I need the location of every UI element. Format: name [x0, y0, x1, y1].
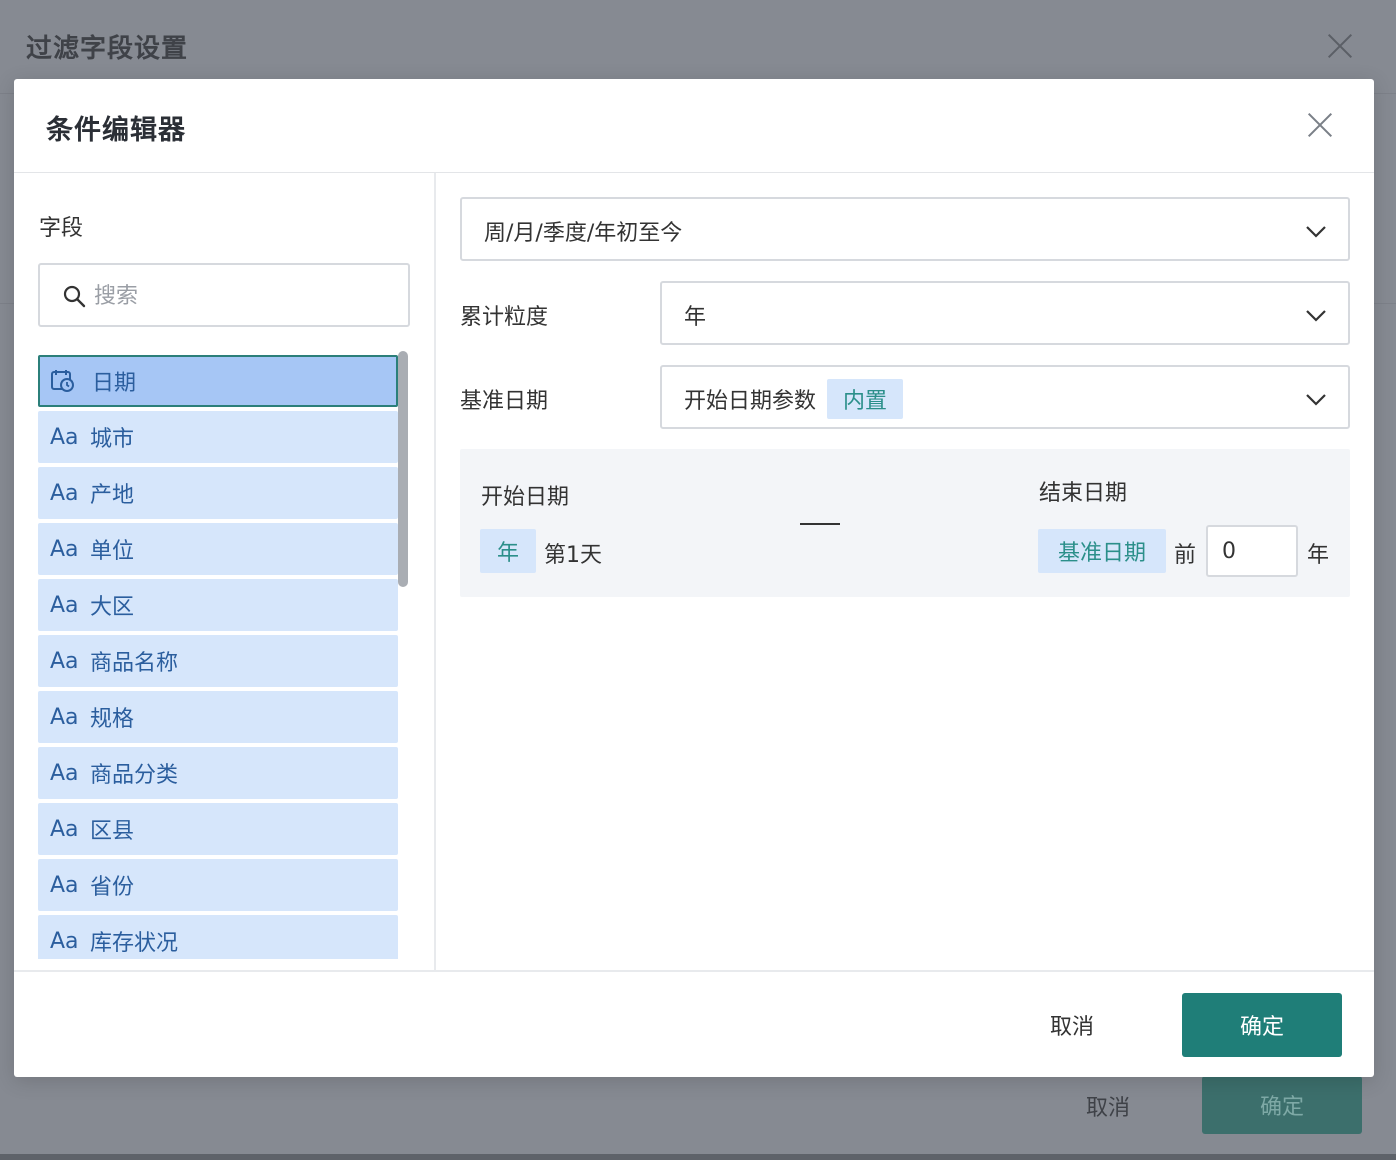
background-divider: [0, 94, 14, 304]
cancel-button[interactable]: 取消: [1050, 1009, 1094, 1041]
end-unit-text: 年: [1307, 543, 1330, 568]
base-date-label: 基准日期: [460, 389, 549, 414]
footer-divider: [14, 970, 1374, 972]
list-item[interactable]: Aa 库存状况: [38, 915, 398, 959]
field-name: 日期: [92, 371, 137, 396]
chevron-down-icon: [1306, 310, 1326, 322]
list-item[interactable]: Aa 产地: [38, 467, 398, 519]
search-input[interactable]: [94, 279, 394, 313]
list-item[interactable]: Aa 大区: [38, 579, 398, 631]
field-list: 日期 Aa 城市 Aa 产地 Aa 单位 Aa 大区 Aa 商品名称 Aa 规格…: [38, 355, 398, 959]
field-name: 商品分类: [90, 763, 179, 788]
text-type-icon: Aa: [50, 872, 79, 898]
list-item[interactable]: Aa 商品分类: [38, 747, 398, 799]
text-type-icon: Aa: [50, 760, 79, 786]
before-text: 前: [1174, 543, 1197, 568]
granularity-value: 年: [684, 305, 707, 330]
list-item[interactable]: Aa 规格: [38, 691, 398, 743]
text-type-icon: Aa: [50, 928, 79, 954]
background-title: 过滤字段设置: [26, 34, 189, 64]
base-date-value: 开始日期参数 内置: [684, 377, 904, 419]
field-search-box[interactable]: [38, 263, 410, 327]
range-separator: [800, 523, 840, 525]
end-base-date-tag[interactable]: 基准日期: [1038, 529, 1166, 573]
condition-type-select[interactable]: 周/月/季度/年初至今: [460, 197, 1350, 261]
condition-editor-modal: 条件编辑器 字段 日期 Aa 城市: [14, 79, 1374, 1077]
base-date-select[interactable]: 开始日期参数 内置: [660, 365, 1350, 429]
field-name: 大区: [90, 595, 135, 620]
text-type-icon: Aa: [50, 816, 79, 842]
list-item[interactable]: Aa 区县: [38, 803, 398, 855]
chevron-down-icon: [1306, 394, 1326, 406]
background-divider: [1374, 94, 1396, 304]
calendar-clock-icon: [40, 368, 92, 394]
offset-input[interactable]: [1206, 525, 1298, 577]
background-close-icon: [1326, 32, 1354, 60]
search-icon: [63, 285, 86, 308]
base-date-param: 开始日期参数: [684, 389, 817, 414]
granularity-label: 累计粒度: [460, 305, 549, 330]
ok-button[interactable]: 确定: [1182, 993, 1342, 1057]
text-type-icon: Aa: [50, 480, 79, 506]
date-range-panel: 开始日期 年 第1天 结束日期 基准日期 前 年: [460, 449, 1350, 597]
field-name: 城市: [90, 427, 135, 452]
text-type-icon: Aa: [50, 704, 79, 730]
field-name: 商品名称: [90, 651, 179, 676]
list-item-date[interactable]: 日期: [38, 355, 398, 407]
field-name: 规格: [90, 707, 135, 732]
end-date-label: 结束日期: [1039, 481, 1128, 506]
modal-title: 条件编辑器: [46, 115, 186, 146]
field-name: 库存状况: [90, 931, 179, 956]
list-item[interactable]: Aa 城市: [38, 411, 398, 463]
field-list-scrollbar[interactable]: [398, 351, 408, 587]
field-name: 区县: [90, 819, 135, 844]
modal-header: 条件编辑器: [14, 79, 1374, 173]
field-section-label: 字段: [39, 216, 84, 241]
list-item[interactable]: Aa 商品名称: [38, 635, 398, 687]
list-item[interactable]: Aa 单位: [38, 523, 398, 575]
text-type-icon: Aa: [50, 592, 79, 618]
text-type-icon: Aa: [50, 536, 79, 562]
start-unit-tag[interactable]: 年: [480, 529, 536, 573]
start-day-text: 第1天: [544, 543, 602, 568]
builtin-badge: 内置: [827, 379, 904, 419]
field-name: 产地: [90, 483, 135, 508]
list-item[interactable]: Aa 省份: [38, 859, 398, 911]
field-name: 省份: [90, 875, 135, 900]
text-type-icon: Aa: [50, 648, 79, 674]
chevron-down-icon: [1306, 226, 1326, 238]
background-cancel-button: 取消: [1086, 1096, 1131, 1121]
start-date-label: 开始日期: [481, 485, 570, 510]
background-ok-button: 确定: [1202, 1076, 1362, 1134]
background-bottom-bar: [0, 1154, 1396, 1160]
granularity-select[interactable]: 年: [660, 281, 1350, 345]
field-name: 单位: [90, 539, 135, 564]
text-type-icon: Aa: [50, 424, 79, 450]
condition-type-value: 周/月/季度/年初至今: [484, 221, 683, 246]
close-icon[interactable]: [1306, 111, 1334, 139]
panel-divider: [434, 173, 436, 971]
